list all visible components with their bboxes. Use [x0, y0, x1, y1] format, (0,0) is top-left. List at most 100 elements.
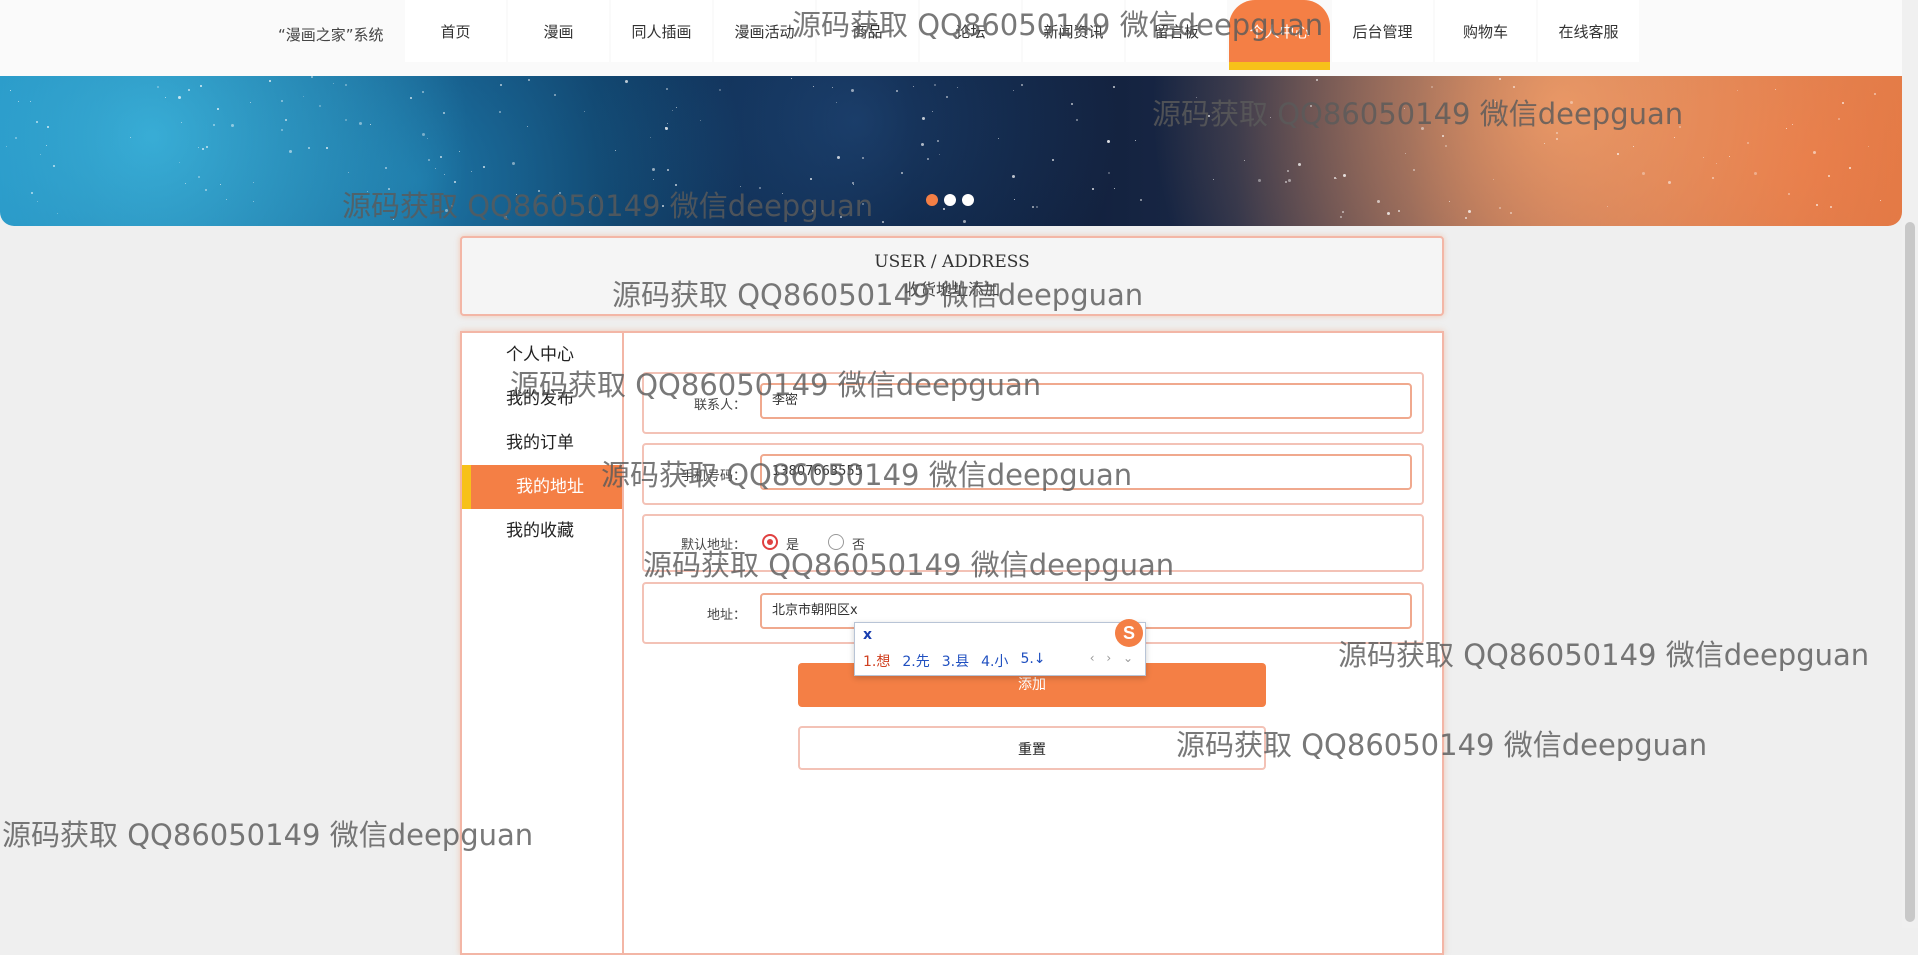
sidebar-item-my-orders[interactable]: 我的订单: [462, 421, 622, 465]
banner-star: [370, 124, 371, 125]
scrollbar-thumb[interactable]: [1905, 222, 1915, 922]
ime-candidate-5[interactable]: 5.↓: [1020, 651, 1045, 671]
banner-star: [538, 190, 540, 192]
banner-star: [851, 89, 854, 92]
carousel-dot-3[interactable]: [962, 194, 974, 206]
banner-star: [810, 178, 812, 180]
banner-star: [946, 96, 948, 98]
banner-star: [428, 159, 430, 161]
banner-star: [200, 85, 202, 87]
banner-star: [1501, 116, 1503, 118]
nav-item-products[interactable]: 商品: [817, 0, 918, 62]
nav-item-comics[interactable]: 漫画: [508, 0, 609, 62]
banner-star: [1140, 199, 1142, 201]
banner-star: [1703, 157, 1704, 158]
ime-page-nav-icon[interactable]: ‹ › ⌄: [1090, 651, 1137, 665]
banner-star: [454, 181, 456, 183]
banner-star: [1413, 169, 1415, 171]
site-brand[interactable]: “漫画之家”系统: [278, 24, 384, 45]
banner-star: [250, 102, 251, 103]
banner-star: [1792, 124, 1793, 125]
banner-star: [1813, 151, 1816, 154]
ime-candidate-3[interactable]: 3.县: [942, 651, 969, 671]
phone-input[interactable]: 13807663555: [760, 454, 1412, 490]
banner-star: [957, 87, 958, 88]
ime-candidate-1[interactable]: 1.想: [863, 651, 890, 671]
banner-star: [1421, 127, 1424, 130]
ime-candidate-4[interactable]: 4.小: [981, 651, 1008, 671]
banner-star: [308, 147, 310, 149]
banner-star: [311, 76, 313, 78]
banner-star: [333, 83, 334, 84]
nav-item-news[interactable]: 新闻资讯: [1023, 0, 1124, 62]
nav-item-message-board[interactable]: 留言板: [1126, 0, 1227, 62]
form-row-phone: 手机号码： 13807663555: [642, 443, 1424, 505]
banner-star: [1108, 172, 1110, 174]
nav-item-home[interactable]: 首页: [405, 0, 506, 62]
banner-star: [554, 94, 556, 96]
banner-star: [676, 107, 677, 108]
banner-star: [157, 86, 159, 88]
form-row-default-address: 默认地址： 是 否: [642, 514, 1424, 572]
banner-star: [345, 84, 347, 86]
banner-star: [1387, 212, 1390, 215]
banner-star: [226, 199, 227, 200]
banner-star: [584, 111, 585, 112]
sidebar-item-my-favorites[interactable]: 我的收藏: [462, 509, 622, 553]
nav-item-admin[interactable]: 后台管理: [1332, 0, 1433, 62]
carousel-dot-1[interactable]: [926, 194, 938, 206]
nav-item-forum[interactable]: 论坛: [920, 0, 1021, 62]
banner-star: [1021, 84, 1023, 86]
banner-star: [675, 184, 677, 186]
nav-item-online-service[interactable]: 在线客服: [1538, 0, 1639, 62]
banner-star: [667, 123, 668, 124]
banner-star: [253, 182, 254, 183]
banner-star: [6, 146, 7, 147]
form-row-contact: 联系人： 李密: [642, 372, 1424, 434]
banner-star: [499, 111, 501, 113]
default-no-label: 否: [852, 538, 866, 553]
banner-star: [435, 168, 436, 169]
reset-button[interactable]: 重置: [798, 726, 1266, 770]
banner-star: [367, 191, 368, 192]
banner-star: [852, 182, 854, 184]
banner-star: [1287, 170, 1289, 172]
page-scrollbar[interactable]: [1902, 0, 1918, 928]
nav-item-comic-events[interactable]: 漫画活动: [714, 0, 815, 62]
banner-star: [559, 192, 561, 194]
nav-item-personal-center[interactable]: 个人中心: [1229, 0, 1330, 70]
banner-star: [388, 188, 390, 190]
banner-star: [1052, 159, 1054, 161]
banner-star: [625, 80, 628, 83]
sidebar-item-my-address[interactable]: 我的地址: [462, 465, 622, 509]
contact-input[interactable]: 李密: [760, 383, 1412, 419]
banner-star: [1071, 103, 1073, 105]
banner-star: [445, 209, 448, 212]
default-yes-radio[interactable]: [762, 534, 778, 550]
banner-star: [31, 192, 33, 194]
banner-star: [615, 150, 616, 151]
carousel-dot-2[interactable]: [944, 194, 956, 206]
banner-star: [220, 184, 221, 185]
banner-star: [285, 119, 287, 121]
nav-item-fan-art[interactable]: 同人插画: [611, 0, 712, 62]
banner-star: [1556, 132, 1558, 134]
default-no-radio[interactable]: [828, 534, 844, 550]
banner-star: [440, 156, 442, 158]
banner-star: [281, 100, 283, 102]
banner-star: [1445, 145, 1447, 147]
banner-star: [1495, 101, 1496, 102]
banner-star: [1816, 204, 1818, 206]
banner-star: [1340, 216, 1342, 218]
banner-star: [1013, 90, 1014, 91]
ime-candidate-2[interactable]: 2.先: [902, 651, 929, 671]
sidebar-item-my-posts[interactable]: 我的发布: [462, 377, 622, 421]
banner-star: [1617, 153, 1619, 155]
banner-star: [40, 154, 41, 155]
banner-star: [53, 165, 55, 167]
banner-star: [345, 119, 347, 121]
nav-item-cart[interactable]: 购物车: [1435, 0, 1536, 62]
banner-star: [1310, 105, 1312, 107]
banner-star: [653, 179, 654, 180]
sidebar-item-personal-center[interactable]: 个人中心: [462, 333, 622, 377]
